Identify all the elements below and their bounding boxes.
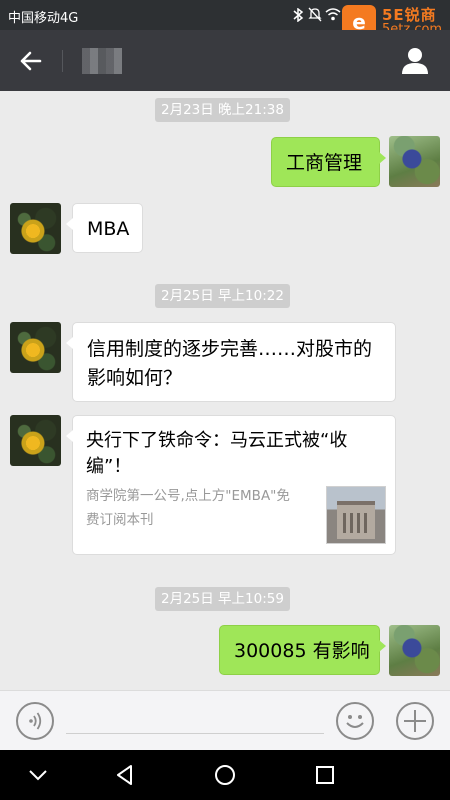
bubble-tail: [379, 640, 386, 652]
person-icon: [402, 48, 428, 74]
message-text-line: 影响如何？: [87, 367, 183, 389]
plus-icon: [404, 710, 426, 732]
message-input[interactable]: [66, 703, 324, 734]
chevron-down-icon[interactable]: [25, 762, 51, 788]
voice-icon: [29, 712, 42, 730]
header-divider: [62, 50, 63, 72]
message-text-line: 信用制度的逐步完善……对股市的: [87, 338, 373, 360]
bubble-tail: [379, 152, 386, 164]
home-circle-icon[interactable]: [212, 762, 238, 788]
avatar[interactable]: [10, 415, 61, 466]
input-bar: [0, 690, 450, 750]
more-functions-button[interactable]: [396, 702, 434, 740]
message-bubble-sent[interactable]: 300085 有影响: [219, 625, 386, 675]
message-text: 300085 有影响: [234, 640, 370, 662]
chat-area[interactable]: 2月23日 晚上21:38 工商管理 MBA 2月25日 早上10:22 信用制…: [0, 91, 450, 690]
back-triangle-icon[interactable]: [112, 762, 138, 788]
article-description: 商学院第一公号,点上方"EMBA"免 费订阅本刊: [86, 488, 290, 528]
message-bubble-received[interactable]: MBA: [66, 203, 143, 253]
emoji-button[interactable]: [336, 702, 374, 740]
bubble-tail: [66, 430, 73, 442]
message-bubble-sent[interactable]: 工商管理: [271, 137, 386, 187]
mute-icon: [308, 7, 322, 22]
back-button[interactable]: [14, 44, 48, 78]
recents-square-icon[interactable]: [312, 762, 338, 788]
chat-header: [0, 30, 450, 91]
bluetooth-icon: [293, 8, 304, 22]
avatar[interactable]: [389, 625, 440, 676]
bubble-tail: [66, 337, 73, 349]
voice-toggle-button[interactable]: [16, 702, 54, 740]
timestamp: 2月25日 早上10:59: [155, 587, 290, 611]
chat-info-button[interactable]: [398, 44, 432, 78]
article-thumbnail: [326, 486, 386, 544]
contact-name-blurred: [82, 48, 122, 74]
message-text: MBA: [87, 218, 130, 240]
wifi-icon: [325, 8, 341, 21]
carrier-label: 中国移动4G: [8, 11, 79, 26]
avatar[interactable]: [10, 322, 61, 373]
timestamp: 2月23日 晚上21:38: [155, 98, 290, 122]
avatar[interactable]: [389, 136, 440, 187]
message-text: 工商管理: [286, 152, 363, 174]
avatar[interactable]: [10, 203, 61, 254]
message-bubble-received[interactable]: 信用制度的逐步完善……对股市的 影响如何？: [66, 322, 396, 402]
article-title: 央行下了铁命令：马云正式被“收 编”！: [86, 430, 348, 477]
timestamp: 2月25日 早上10:22: [155, 284, 290, 308]
system-nav-bar: [0, 750, 450, 800]
article-card[interactable]: 央行下了铁命令：马云正式被“收 编”！ 商学院第一公号,点上方"EMBA"免 费…: [66, 415, 396, 555]
bubble-tail: [66, 218, 73, 230]
emoji-icon: [346, 715, 364, 728]
arrow-left-icon: [20, 51, 42, 71]
